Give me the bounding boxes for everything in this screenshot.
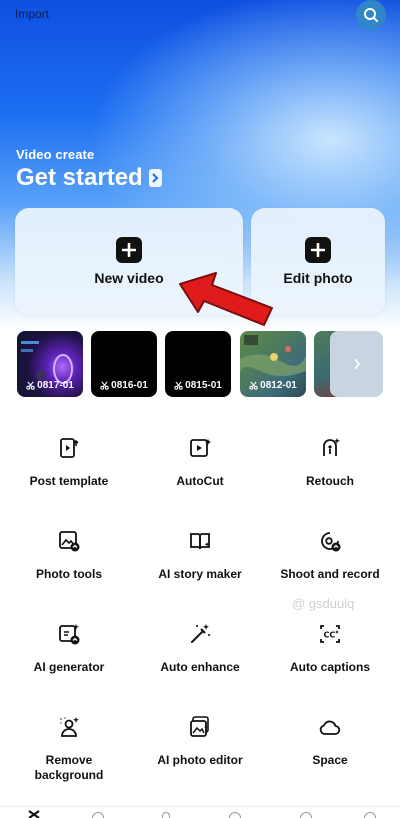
scissors-icon xyxy=(174,381,183,390)
tool-retouch[interactable]: Retouch xyxy=(265,436,395,489)
tool-space[interactable]: Space xyxy=(265,715,395,768)
post-template-icon xyxy=(60,438,79,458)
magic-wand-icon xyxy=(191,624,210,643)
nav-profile-icon[interactable] xyxy=(364,812,376,818)
hero-subtitle: Video create xyxy=(16,147,95,162)
nav-templates-icon[interactable] xyxy=(92,812,104,818)
red-arrow-annotation xyxy=(179,272,273,326)
search-button[interactable] xyxy=(356,0,386,30)
tool-shoot-and-record[interactable]: Shoot and record xyxy=(265,529,395,582)
tool-label: Post template xyxy=(29,474,109,488)
tool-ai-generator[interactable]: AI generator xyxy=(4,622,134,675)
cloud-icon xyxy=(319,720,341,735)
story-book-icon xyxy=(190,533,210,550)
ai-generator-icon xyxy=(59,624,80,645)
scissors-icon xyxy=(26,381,35,390)
chevron-right-icon xyxy=(353,358,360,370)
draft-thumbnail[interactable]: 0816-01 xyxy=(91,331,157,397)
watermark: @ gsduuiq xyxy=(292,596,355,611)
tool-label: AI generator xyxy=(33,660,105,674)
tool-remove-background[interactable]: Remove background xyxy=(4,715,134,783)
tool-label: AutoCut xyxy=(176,474,224,488)
tool-label: Remove background xyxy=(34,753,104,782)
tool-label: AI photo editor xyxy=(157,753,243,767)
svg-text:CC: CC xyxy=(324,631,336,640)
tool-label: Retouch xyxy=(306,474,354,488)
plus-icon xyxy=(116,237,142,263)
draft-thumbnail[interactable]: 0815-01 xyxy=(165,331,231,397)
scissors-icon[interactable] xyxy=(28,810,40,818)
photo-tools-icon xyxy=(59,531,80,552)
draft-caption: 0815-01 xyxy=(165,380,231,391)
search-icon xyxy=(364,8,379,23)
draft-caption: 0816-01 xyxy=(91,380,157,391)
top-bar: Import xyxy=(0,0,400,30)
draft-caption: 0812-01 xyxy=(240,380,306,391)
tool-label: Auto enhance xyxy=(160,660,240,674)
nav-inbox-icon[interactable] xyxy=(162,812,170,818)
tool-auto-captions[interactable]: CC Auto captions xyxy=(265,622,395,675)
chevron-right-icon xyxy=(148,169,162,187)
retouch-icon xyxy=(323,438,340,456)
autocut-icon xyxy=(190,439,211,457)
tool-label: Auto captions xyxy=(290,660,370,674)
tool-label: Photo tools xyxy=(36,567,102,581)
tool-ai-story-maker[interactable]: AI story maker xyxy=(135,529,265,582)
draft-thumbnail[interactable]: 0817-01 xyxy=(17,331,83,397)
captions-icon: CC xyxy=(320,625,340,643)
draft-name: 0812-01 xyxy=(260,380,297,391)
tool-post-template[interactable]: Post template xyxy=(4,436,134,489)
scissors-icon xyxy=(100,381,109,390)
scissors-icon xyxy=(249,381,258,390)
plus-icon xyxy=(305,237,331,263)
remove-background-icon xyxy=(59,717,79,737)
tool-label: AI story maker xyxy=(158,567,242,581)
page-title: Get started xyxy=(16,164,143,191)
nav-notifications-icon[interactable] xyxy=(300,812,312,818)
tool-photo-tools[interactable]: Photo tools xyxy=(4,529,134,582)
draft-name: 0817-01 xyxy=(37,380,74,391)
draft-caption: 0817-01 xyxy=(17,380,83,391)
tool-label: Space xyxy=(312,753,348,767)
import-link[interactable]: Import xyxy=(15,7,49,21)
more-drafts-button[interactable] xyxy=(330,331,383,397)
draft-thumbnail[interactable]: 0812-01 xyxy=(240,331,306,397)
camera-record-icon xyxy=(321,532,341,552)
tool-label: Shoot and record xyxy=(280,567,380,581)
draft-name: 0815-01 xyxy=(185,380,222,391)
nav-inspiration-icon[interactable] xyxy=(229,812,241,818)
hero-title-row[interactable]: Get started xyxy=(16,164,162,192)
tool-ai-photo-editor[interactable]: AI photo editor xyxy=(135,715,265,768)
bottom-nav xyxy=(0,806,400,818)
tool-autocut[interactable]: AutoCut xyxy=(135,436,265,489)
drafts-row: 0817-01 0816-01 0815-01 0812-01 xyxy=(0,331,400,397)
tool-auto-enhance[interactable]: Auto enhance xyxy=(135,622,265,675)
ai-photo-editor-icon xyxy=(190,716,209,737)
draft-name: 0816-01 xyxy=(111,380,148,391)
